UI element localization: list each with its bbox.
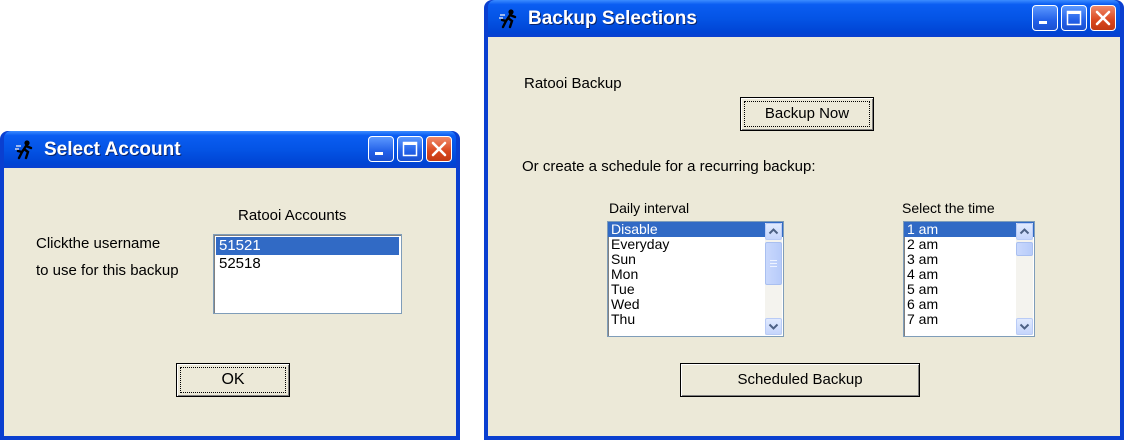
list-item[interactable]: Thu [608, 312, 783, 327]
backup-selections-window: Backup Selections Ratooi Backup Backup N… [484, 0, 1124, 440]
chevron-up-icon [1019, 228, 1030, 235]
runner-icon [499, 9, 517, 29]
list-item[interactable]: Mon [608, 267, 783, 282]
daily-interval-label: Daily interval [609, 200, 690, 216]
time-label: Select the time [902, 200, 995, 216]
maximize-button[interactable] [397, 136, 423, 162]
list-item[interactable]: Tue [608, 282, 783, 297]
chevron-down-icon [768, 323, 779, 330]
scheduled-backup-label: Scheduled Backup [737, 371, 863, 388]
daily-interval-scrollbar[interactable] [765, 223, 782, 335]
list-item[interactable]: Sun [608, 252, 783, 267]
scroll-thumb[interactable] [765, 242, 782, 285]
scroll-up-button[interactable] [1016, 223, 1033, 240]
maximize-button[interactable] [1061, 5, 1087, 31]
scroll-down-button[interactable] [1016, 318, 1033, 335]
list-item[interactable]: 52518 [216, 255, 399, 273]
window-title: Backup Selections [528, 8, 697, 29]
backup-selections-titlebar[interactable]: Backup Selections [488, 0, 1120, 37]
grip-icon [770, 260, 777, 267]
daily-interval-list[interactable]: Disable Everyday Sun Mon Tue Wed Thu [607, 221, 784, 337]
minimize-button[interactable] [368, 136, 394, 162]
list-item[interactable]: 1 am [904, 222, 1034, 237]
scroll-thumb[interactable] [1016, 242, 1033, 256]
scroll-down-button[interactable] [765, 318, 782, 335]
list-item[interactable]: 7 am [904, 312, 1034, 327]
select-account-body: Ratooi Accounts Clickthe username to use… [4, 168, 456, 436]
list-item[interactable]: Disable [608, 222, 783, 237]
time-list[interactable]: 1 am 2 am 3 am 4 am 5 am 6 am 7 am [903, 221, 1035, 337]
list-item[interactable]: 3 am [904, 252, 1034, 267]
time-scrollbar[interactable] [1016, 223, 1033, 335]
scheduled-backup-button[interactable]: Scheduled Backup [680, 363, 920, 397]
minimize-icon [375, 152, 383, 155]
instruction-line-2: to use for this backup [36, 262, 179, 279]
schedule-prompt: Or create a schedule for a recurring bac… [522, 158, 816, 175]
minimize-button[interactable] [1032, 5, 1058, 31]
app-label: Ratooi Backup [524, 75, 622, 92]
maximize-icon [402, 141, 418, 157]
select-account-window: Select Account Ratooi Accounts Clickthe … [0, 131, 460, 440]
chevron-up-icon [768, 228, 779, 235]
chevron-down-icon [1019, 323, 1030, 330]
list-item[interactable]: Everyday [608, 237, 783, 252]
accounts-label: Ratooi Accounts [238, 207, 347, 224]
backup-now-button[interactable]: Backup Now [740, 97, 874, 131]
close-button[interactable] [1090, 5, 1116, 31]
instruction-line-1: Clickthe username [36, 235, 161, 252]
backup-selections-body: Ratooi Backup Backup Now Or create a sch… [488, 37, 1120, 436]
runner-icon [15, 140, 33, 160]
list-item[interactable]: 4 am [904, 267, 1034, 282]
minimize-icon [1039, 21, 1047, 24]
scroll-up-button[interactable] [765, 223, 782, 240]
list-item[interactable]: 6 am [904, 297, 1034, 312]
accounts-list[interactable]: 51521 52518 [213, 234, 402, 314]
list-item[interactable]: 2 am [904, 237, 1034, 252]
maximize-icon [1066, 10, 1082, 26]
window-title: Select Account [44, 139, 181, 160]
list-item[interactable]: Wed [608, 297, 783, 312]
close-icon [1095, 10, 1111, 26]
close-icon [431, 141, 447, 157]
close-button[interactable] [426, 136, 452, 162]
list-item[interactable]: 5 am [904, 282, 1034, 297]
ok-button[interactable]: OK [176, 363, 290, 397]
list-item[interactable]: 51521 [216, 237, 399, 255]
select-account-titlebar[interactable]: Select Account [4, 131, 456, 168]
